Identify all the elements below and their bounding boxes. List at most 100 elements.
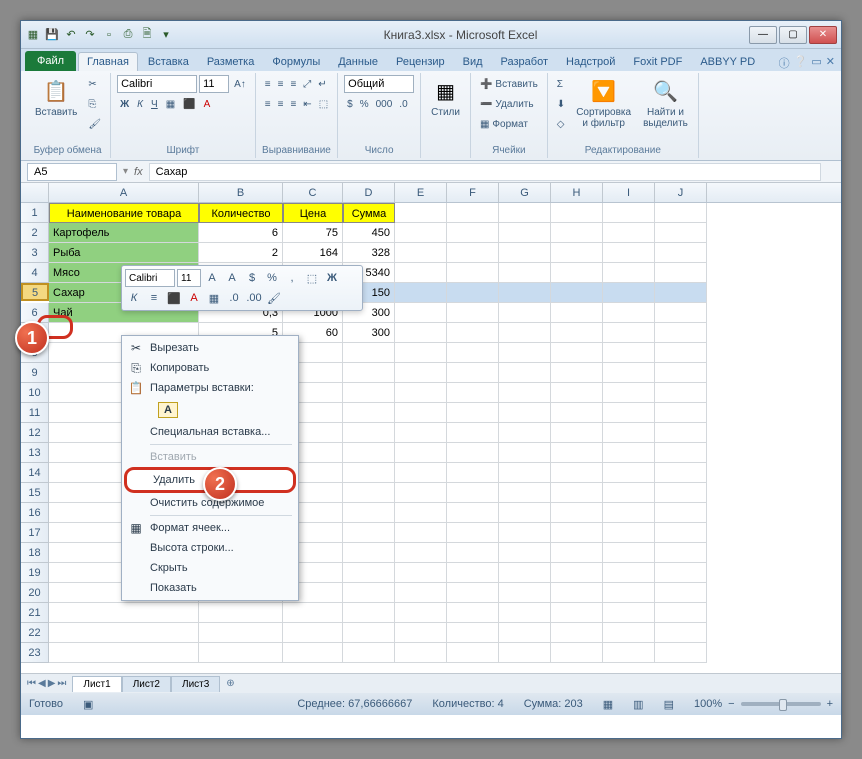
align-left-icon[interactable]: ≡ xyxy=(262,95,274,113)
save-icon[interactable]: 💾 xyxy=(44,27,60,43)
align-mid-icon[interactable]: ≡ xyxy=(275,75,287,93)
zoom-out-icon[interactable]: − xyxy=(728,698,734,710)
cell[interactable]: Наименование товара xyxy=(49,203,199,223)
mini-currency-icon[interactable]: $ xyxy=(243,269,261,287)
minimize-button[interactable]: — xyxy=(749,26,777,44)
mini-font-select[interactable] xyxy=(125,269,175,287)
macro-rec-icon[interactable]: ▣ xyxy=(83,698,93,711)
currency-icon[interactable]: $ xyxy=(344,95,356,113)
cells-delete-button[interactable]: ➖ Удалить xyxy=(477,95,541,113)
cell[interactable]: Цена xyxy=(283,203,343,223)
mini-italic-icon[interactable]: К xyxy=(125,289,143,307)
row-header-11[interactable]: 11 xyxy=(21,403,49,423)
underline-button[interactable]: Ч xyxy=(148,95,161,113)
tab-developer[interactable]: Разработ xyxy=(493,53,556,71)
col-header-G[interactable]: G xyxy=(499,183,551,202)
row-header-17[interactable]: 17 xyxy=(21,523,49,543)
mini-align-icon[interactable]: ≡ xyxy=(145,289,163,307)
tab-formulas[interactable]: Формулы xyxy=(264,53,328,71)
fill-down-icon[interactable]: ⬇ xyxy=(554,95,568,113)
ribbon-min-icon[interactable]: ⓘ xyxy=(779,55,790,71)
view-layout-icon[interactable]: ▥ xyxy=(633,698,643,711)
view-break-icon[interactable]: ▤ xyxy=(664,698,674,711)
view-normal-icon[interactable]: ▦ xyxy=(603,698,613,711)
row-header-3[interactable]: 3 xyxy=(21,243,49,263)
grow-font-icon[interactable]: A↑ xyxy=(231,75,249,93)
row-header-23[interactable]: 23 xyxy=(21,643,49,663)
align-center-icon[interactable]: ≡ xyxy=(275,95,287,113)
styles-button[interactable]: ▦ Стили xyxy=(427,75,464,120)
formatpainter-button[interactable]: 🖌 xyxy=(85,115,104,133)
doc-close-icon[interactable]: ✕ xyxy=(826,55,835,71)
cut-button[interactable]: ✂ xyxy=(85,75,104,93)
ctx-pasteopt-values[interactable]: A xyxy=(124,398,296,422)
row-header-10[interactable]: 10 xyxy=(21,383,49,403)
autosum-icon[interactable]: Σ xyxy=(554,75,568,93)
indent-dec-icon[interactable]: ⇤ xyxy=(300,95,314,113)
mini-fontcolor-icon[interactable]: A xyxy=(185,289,203,307)
sheet-last-icon[interactable]: ⏭ xyxy=(57,678,66,689)
row-header-4[interactable]: 4 xyxy=(21,263,49,283)
sheet-next-icon[interactable]: ▶ xyxy=(48,678,56,689)
fontcolor-button[interactable]: A xyxy=(201,95,214,113)
ctx-format[interactable]: ▦Формат ячеек... xyxy=(124,518,296,538)
row-header-2[interactable]: 2 xyxy=(21,223,49,243)
paste-button[interactable]: 📋 Вставить xyxy=(31,75,81,120)
name-box[interactable] xyxy=(27,163,117,181)
col-header-C[interactable]: C xyxy=(283,183,343,202)
row-header-16[interactable]: 16 xyxy=(21,503,49,523)
cells-format-button[interactable]: ▦ Формат xyxy=(477,115,541,133)
select-all-corner[interactable] xyxy=(21,183,49,202)
col-header-I[interactable]: I xyxy=(603,183,655,202)
tab-review[interactable]: Рецензир xyxy=(388,53,453,71)
italic-button[interactable]: К xyxy=(134,95,146,113)
percent-icon[interactable]: % xyxy=(357,95,372,113)
clear-icon[interactable]: ◇ xyxy=(554,115,568,133)
border-button[interactable]: ▦ xyxy=(163,95,178,113)
printpreview-icon[interactable]: 🗎 xyxy=(139,27,155,43)
row-header-15[interactable]: 15 xyxy=(21,483,49,503)
ctx-cut[interactable]: ✂Вырезать xyxy=(124,338,296,358)
sort-filter-button[interactable]: 🔽 Сортировка и фильтр xyxy=(572,75,635,131)
ctx-copy[interactable]: ⎘Копировать xyxy=(124,358,296,378)
row-header-19[interactable]: 19 xyxy=(21,563,49,583)
cell[interactable]: Сумма xyxy=(343,203,395,223)
ctx-show[interactable]: Показать xyxy=(124,578,296,598)
ctx-pastespecial[interactable]: Специальная вставка... xyxy=(124,422,296,442)
tab-file[interactable]: Файл xyxy=(25,51,76,71)
tab-insert[interactable]: Вставка xyxy=(140,53,197,71)
row-header-9[interactable]: 9 xyxy=(21,363,49,383)
zoom-slider[interactable] xyxy=(741,702,821,706)
align-bot-icon[interactable]: ≡ xyxy=(287,75,299,93)
mini-percent-icon[interactable]: % xyxy=(263,269,281,287)
new-icon[interactable]: ▫ xyxy=(101,27,117,43)
row-header-20[interactable]: 20 xyxy=(21,583,49,603)
col-header-D[interactable]: D xyxy=(343,183,395,202)
align-right-icon[interactable]: ≡ xyxy=(287,95,299,113)
mini-painter-icon[interactable]: 🖌 xyxy=(265,289,283,307)
fx-icon[interactable]: fx xyxy=(128,166,149,178)
tab-abbyy[interactable]: ABBYY PD xyxy=(692,53,763,71)
maximize-button[interactable]: ▢ xyxy=(779,26,807,44)
redo-icon[interactable]: ↷ xyxy=(82,27,98,43)
row-header-18[interactable]: 18 xyxy=(21,543,49,563)
mini-decdec-icon[interactable]: .00 xyxy=(245,289,263,307)
formula-input[interactable]: Сахар xyxy=(149,163,821,181)
merge-icon[interactable]: ⬚ xyxy=(316,95,331,113)
cells-insert-button[interactable]: ➕ Вставить xyxy=(477,75,541,93)
number-format-select[interactable] xyxy=(344,75,414,93)
wrap-icon[interactable]: ↵ xyxy=(315,75,329,93)
row-header-5[interactable]: 5 xyxy=(21,283,49,301)
find-select-button[interactable]: 🔍 Найти и выделить xyxy=(639,75,692,131)
tab-foxit[interactable]: Foxit PDF xyxy=(625,53,690,71)
col-header-J[interactable]: J xyxy=(655,183,707,202)
ribbon-collapse-icon[interactable]: ▭ xyxy=(811,55,821,71)
quickprint-icon[interactable]: ⎙ xyxy=(120,27,136,43)
mini-shrink-icon[interactable]: A xyxy=(223,269,241,287)
row-header-1[interactable]: 1 xyxy=(21,203,49,223)
close-button[interactable]: ✕ xyxy=(809,26,837,44)
col-header-A[interactable]: A xyxy=(49,183,199,202)
sheet-first-icon[interactable]: ⏮ xyxy=(27,678,36,689)
mini-decinc-icon[interactable]: .0 xyxy=(225,289,243,307)
mini-grow-icon[interactable]: A xyxy=(203,269,221,287)
